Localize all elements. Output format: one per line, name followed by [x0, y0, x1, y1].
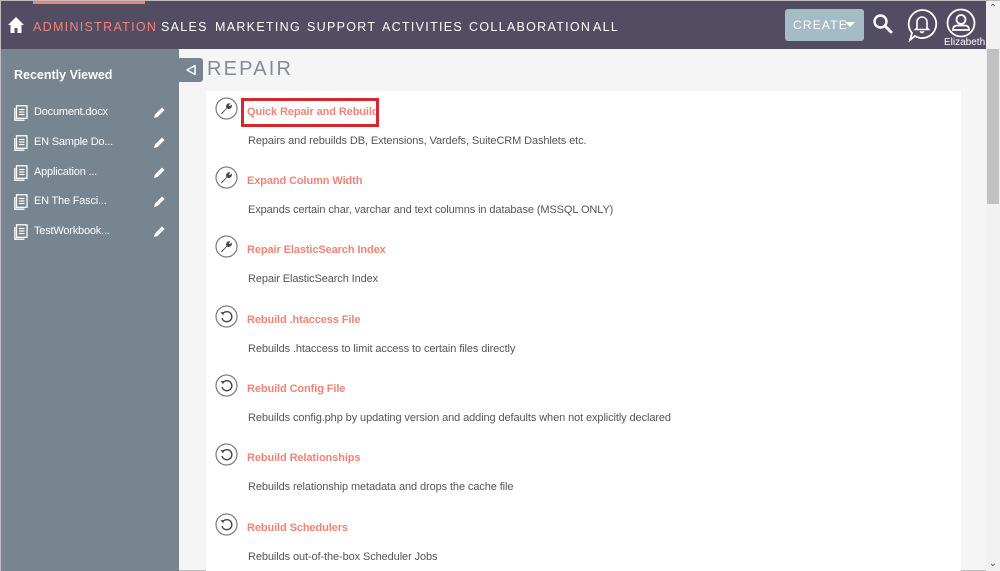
repair-item-config: Rebuild Config File Rebuilds config.php …	[206, 368, 946, 428]
wrench-icon[interactable]	[215, 166, 238, 189]
recently-viewed-label[interactable]: EN Sample Do...	[34, 136, 113, 148]
wrench-icon[interactable]	[215, 97, 238, 120]
page-title: REPAIR	[207, 58, 294, 80]
nav-administration[interactable]: ADMINISTRATION	[33, 20, 157, 34]
nav-support[interactable]: SUPPORT	[307, 20, 376, 34]
repair-description: Rebuilds relationship metadata and drops…	[248, 481, 514, 493]
nav-activities[interactable]: ACTIVITIES	[382, 20, 463, 34]
scroll-down-icon[interactable]: ⌄	[986, 558, 1000, 570]
repair-item-expand-column: Expand Column Width Expands certain char…	[206, 160, 946, 220]
nav-sales[interactable]: SALES	[161, 20, 208, 34]
repair-panel: Quick Repair and Rebuild Repairs and reb…	[206, 91, 961, 571]
sidebar: Recently Viewed Document.docx EN Sample …	[1, 49, 179, 571]
user-name[interactable]: Elizabeth	[944, 37, 985, 48]
pencil-icon[interactable]	[153, 166, 166, 179]
nav-collaboration[interactable]: COLLABORATION	[469, 20, 591, 34]
wrench-icon[interactable]	[215, 235, 238, 258]
create-button[interactable]: CREATE	[785, 9, 864, 41]
repair-description: Repairs and rebuilds DB, Extensions, Var…	[248, 135, 587, 147]
collapse-sidebar-button[interactable]	[179, 58, 203, 82]
recently-viewed-item[interactable]: EN Sample Do...	[14, 133, 170, 153]
recently-viewed-item[interactable]: TestWorkbook...	[14, 222, 170, 242]
repair-item-quick-repair: Quick Repair and Rebuild Repairs and reb…	[206, 91, 946, 151]
scroll-thumb[interactable]	[987, 49, 999, 204]
rebuild-icon[interactable]	[215, 305, 238, 328]
scroll-up-icon[interactable]: ⌃	[986, 3, 1000, 15]
recently-viewed-item[interactable]: EN The Fasci...	[14, 192, 170, 212]
repair-item-elasticsearch: Repair ElasticSearch Index Repair Elasti…	[206, 229, 946, 289]
pencil-icon[interactable]	[153, 106, 166, 119]
document-icon	[14, 105, 28, 121]
nav-all[interactable]: ALL	[593, 20, 619, 34]
rebuild-relationships-link[interactable]: Rebuild Relationships	[247, 452, 361, 464]
repair-item-relationships: Rebuild Relationships Rebuilds relations…	[206, 437, 946, 497]
rebuild-schedulers-link[interactable]: Rebuild Schedulers	[247, 522, 348, 534]
rebuild-icon[interactable]	[215, 374, 238, 397]
top-navigation: ADMINISTRATION SALES MARKETING SUPPORT A…	[1, 1, 1000, 49]
user-icon[interactable]	[946, 8, 976, 38]
rebuild-icon[interactable]	[215, 443, 238, 466]
recently-viewed-label[interactable]: Application ...	[34, 166, 97, 178]
search-icon[interactable]	[872, 13, 894, 35]
nav-marketing[interactable]: MARKETING	[215, 20, 301, 34]
repair-item-schedulers: Rebuild Schedulers Rebuilds out-of-the-b…	[206, 507, 946, 567]
caret-down-icon	[845, 22, 855, 27]
page-scrollbar[interactable]: ⌃ ⌄	[986, 1, 1000, 571]
repair-description: Expands certain char, varchar and text c…	[248, 204, 614, 216]
pencil-icon[interactable]	[153, 195, 166, 208]
rebuild-icon[interactable]	[215, 513, 238, 536]
repair-description: Repair ElasticSearch Index	[248, 273, 379, 285]
document-icon	[14, 165, 28, 181]
pencil-icon[interactable]	[153, 225, 166, 238]
pencil-icon[interactable]	[153, 136, 166, 149]
triangle-left-icon	[186, 64, 196, 76]
quick-repair-link[interactable]: Quick Repair and Rebuild	[247, 106, 379, 118]
active-tab-indicator	[33, 1, 145, 4]
recently-viewed-item[interactable]: Document.docx	[14, 103, 170, 123]
recently-viewed-title: Recently Viewed	[14, 68, 113, 82]
document-icon	[14, 194, 28, 210]
document-icon	[14, 224, 28, 240]
home-icon[interactable]	[7, 16, 25, 34]
recently-viewed-label[interactable]: Document.docx	[34, 106, 108, 118]
repair-description: Rebuilds config.php by updating version …	[248, 412, 671, 424]
expand-column-link[interactable]: Expand Column Width	[247, 175, 362, 187]
rebuild-config-link[interactable]: Rebuild Config File	[247, 383, 345, 395]
repair-elasticsearch-link[interactable]: Repair ElasticSearch Index	[247, 244, 386, 256]
repair-item-htaccess: Rebuild .htaccess File Rebuilds .htacces…	[206, 299, 946, 359]
document-icon	[14, 135, 28, 151]
repair-description: Rebuilds .htaccess to limit access to ce…	[248, 343, 516, 355]
recently-viewed-item[interactable]: Application ...	[14, 163, 170, 183]
rebuild-htaccess-link[interactable]: Rebuild .htaccess File	[247, 314, 360, 326]
recently-viewed-label[interactable]: EN The Fasci...	[34, 195, 107, 207]
bell-icon[interactable]	[906, 8, 938, 42]
create-label: CREATE	[793, 18, 848, 32]
repair-description: Rebuilds out-of-the-box Scheduler Jobs	[248, 551, 438, 563]
recently-viewed-label[interactable]: TestWorkbook...	[34, 225, 110, 237]
